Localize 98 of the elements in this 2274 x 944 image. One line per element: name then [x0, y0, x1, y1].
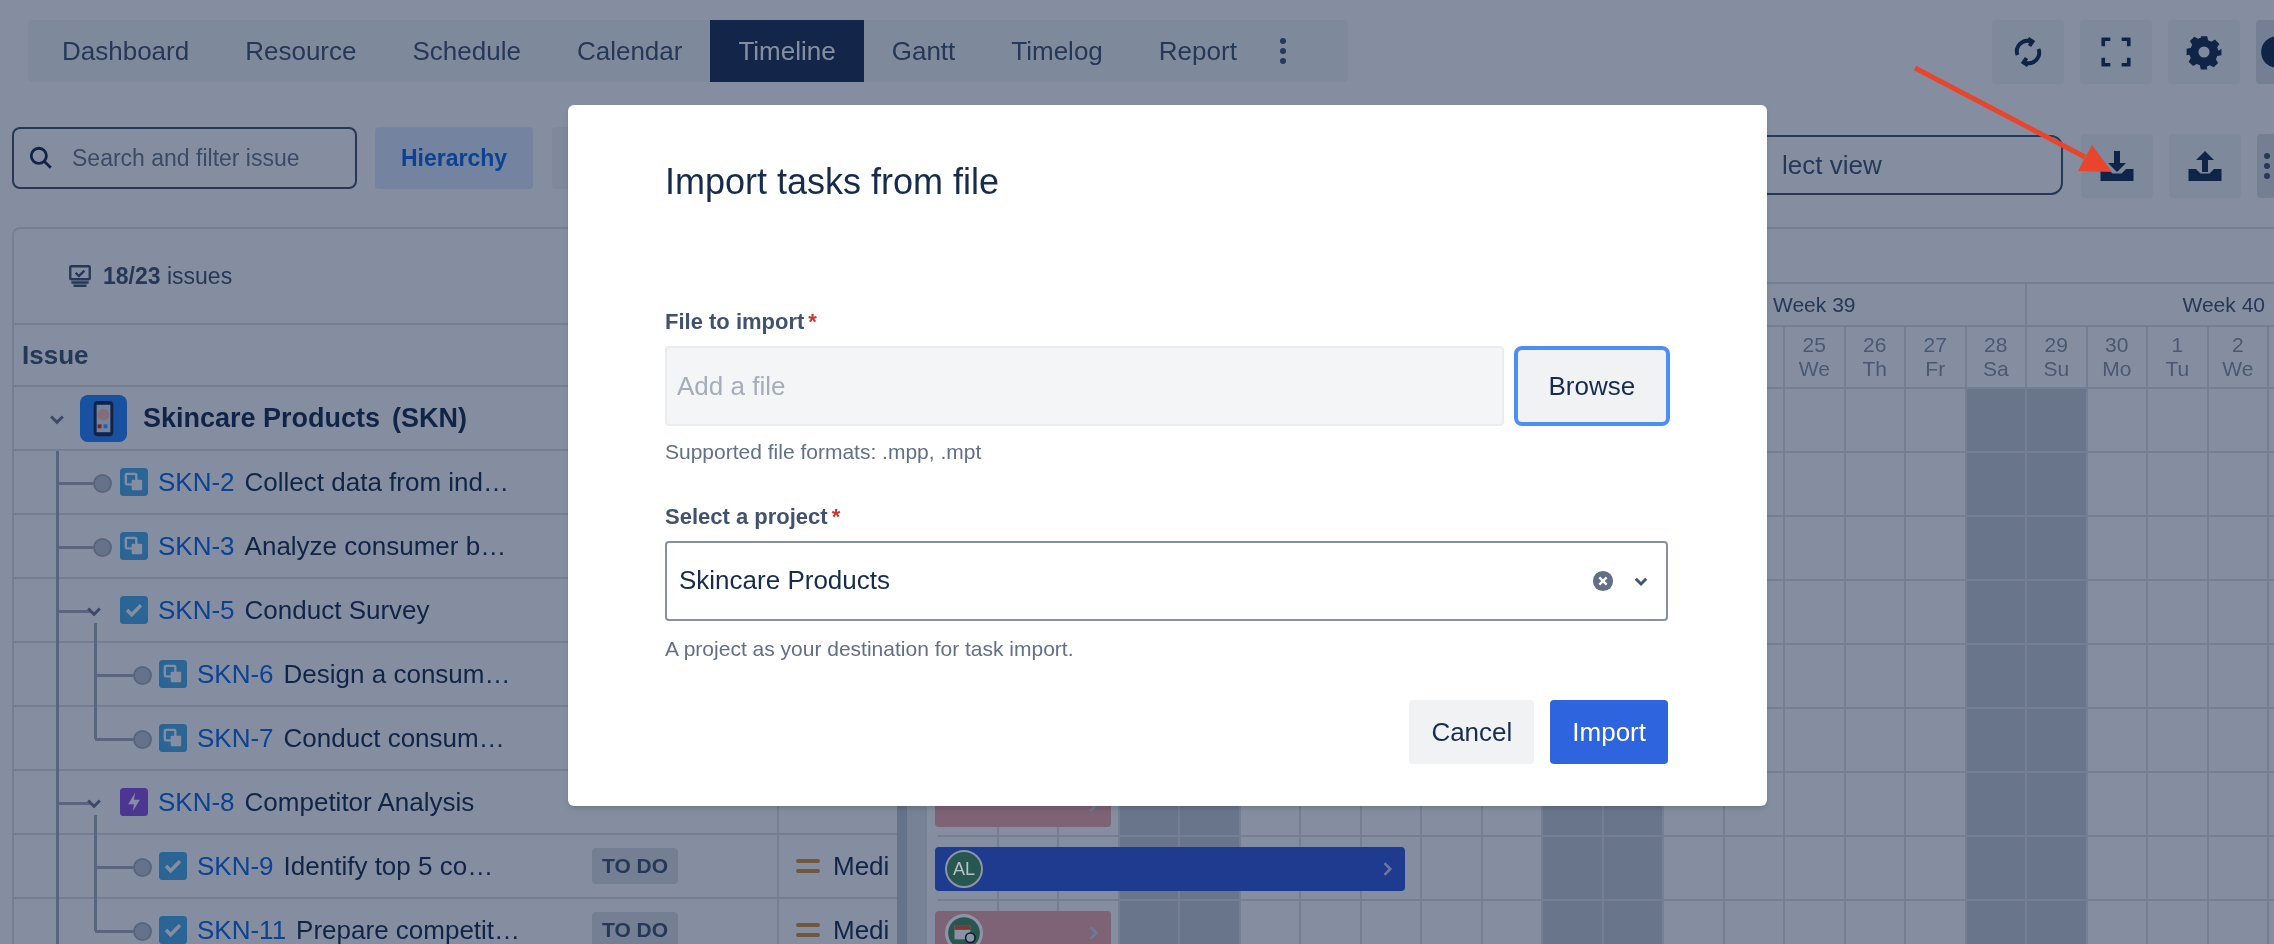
search-field[interactable]: Search and filter issue — [12, 127, 357, 189]
day-number: 2 — [2231, 333, 2244, 357]
subtask-icon — [159, 724, 187, 752]
nav-tab[interactable]: Schedule — [384, 20, 549, 82]
fullscreen-icon — [2099, 35, 2133, 69]
weekday-label: We — [2222, 357, 2254, 381]
status-lozenge: TO DO — [592, 848, 679, 884]
column-header: Issue — [21, 338, 89, 372]
day-number: 1 — [2171, 333, 2184, 357]
day-number: 27 — [1923, 333, 1947, 357]
nav-tab[interactable]: Dashboard — [34, 20, 218, 82]
weekday-label: Mo — [2102, 357, 2132, 381]
subtask-icon — [159, 660, 187, 688]
nav-tab[interactable]: Timelog — [983, 20, 1131, 82]
field-hint: A project as your destination for task import. — [665, 635, 1075, 662]
project-name[interactable]: Skincare Products — [143, 397, 381, 439]
day-number: 25 — [1802, 333, 1826, 357]
project-key: (SKN) — [392, 397, 467, 439]
issue-title: Analyze consumer b… — [244, 529, 507, 563]
field-hint: Supported file formats: .mpp, .mpt — [665, 439, 983, 465]
nav-tab[interactable]: Timeline — [710, 20, 864, 82]
task-check-icon — [159, 852, 187, 880]
user-avatar: AL — [945, 850, 983, 888]
settings-button[interactable] — [2168, 20, 2240, 84]
day-number: 29 — [2044, 333, 2068, 357]
tree-node — [133, 730, 152, 749]
medium-priority-icon — [796, 923, 820, 937]
fullscreen-button[interactable] — [2080, 20, 2152, 84]
browse-button[interactable]: Browse — [1513, 346, 1670, 426]
issue-title: Prepare competit… — [296, 913, 521, 944]
monitor-icon — [67, 263, 93, 289]
calendar-avatar-icon — [945, 914, 983, 944]
project-avatar-icon — [80, 395, 127, 442]
weekday-label: Sa — [1982, 357, 2009, 381]
more-icon — [2263, 151, 2271, 181]
week-label: Week 40 — [2182, 291, 2265, 318]
issue-count: 18/23 issues — [103, 261, 233, 291]
cancel-button[interactable]: Cancel — [1409, 700, 1535, 764]
task-bar[interactable]: AL — [935, 847, 1405, 891]
import-button[interactable]: Import — [1550, 700, 1668, 764]
issue-key[interactable]: SKN-2 — [158, 462, 235, 502]
issue-title: Design a consum… — [283, 657, 511, 691]
medium-priority-icon — [796, 859, 820, 873]
issue-key[interactable]: SKN-8 — [158, 782, 235, 822]
day-number: 26 — [1863, 333, 1887, 357]
subtask-icon — [120, 468, 148, 496]
field-label: File to import — [665, 308, 805, 336]
download-button[interactable] — [2081, 134, 2153, 198]
issue-key[interactable]: SKN-3 — [158, 526, 235, 566]
tree-node — [133, 666, 152, 685]
tree-node — [93, 538, 112, 557]
task-check-icon — [120, 596, 148, 624]
issue-key[interactable]: SKN-6 — [197, 654, 274, 694]
day-number: 30 — [2105, 333, 2129, 357]
nav-tab[interactable]: Gantt — [863, 20, 984, 82]
clear-icon[interactable] — [1592, 569, 1614, 592]
weekday-label: Su — [2043, 357, 2070, 381]
issue-key[interactable]: SKN-5 — [158, 590, 235, 630]
priority-label: Medi — [833, 849, 890, 883]
weekday-label: We — [1798, 357, 1830, 381]
weekday-label: Fr — [1925, 357, 1946, 381]
issue-title: Conduct Survey — [244, 593, 430, 627]
hierarchy-button[interactable]: Hierarchy — [375, 127, 533, 189]
issue-key[interactable]: SKN-9 — [197, 846, 274, 886]
lightning-icon — [120, 788, 148, 816]
issue-title: Collect data from ind… — [244, 465, 510, 499]
subtask-icon — [120, 532, 148, 560]
task-bar[interactable] — [935, 911, 1111, 944]
week-label: Week 39 — [1773, 291, 1856, 318]
weekday-label: Th — [1862, 357, 1887, 381]
tree-node — [93, 474, 112, 493]
nav-tab[interactable]: Resource — [217, 20, 385, 82]
project-select[interactable]: Skincare Products — [665, 540, 1668, 621]
issue-title: Identify top 5 co… — [283, 849, 494, 883]
required-mark: * — [831, 502, 841, 531]
search-icon — [28, 145, 54, 171]
upload-button[interactable] — [2169, 134, 2241, 198]
file-input-field[interactable]: Add a file — [665, 346, 1504, 426]
issue-key[interactable]: SKN-7 — [197, 718, 274, 758]
field-label: Select a project — [665, 502, 828, 531]
required-mark: * — [808, 308, 817, 336]
refresh-button[interactable] — [1992, 20, 2064, 84]
issue-key[interactable]: SKN-11 — [197, 910, 287, 944]
day-number: 28 — [1984, 333, 2008, 357]
download-icon — [2099, 148, 2135, 184]
upload-icon — [2187, 148, 2223, 184]
status-lozenge: TO DO — [592, 912, 679, 944]
priority-label: Medi — [833, 913, 890, 944]
tree-node — [133, 922, 152, 941]
issue-title: Competitor Analysis — [244, 785, 475, 819]
weekday-label: Tu — [2165, 357, 2190, 381]
more-icon — [1278, 36, 1287, 66]
issue-title: Conduct consum… — [283, 721, 505, 755]
dialog-title: Import tasks from file — [665, 160, 1001, 204]
nav-tab[interactable]: Calendar — [548, 20, 711, 82]
nav-tab[interactable]: Report — [1130, 20, 1265, 82]
settings-icon — [2185, 33, 2223, 71]
tree-node — [133, 858, 152, 877]
